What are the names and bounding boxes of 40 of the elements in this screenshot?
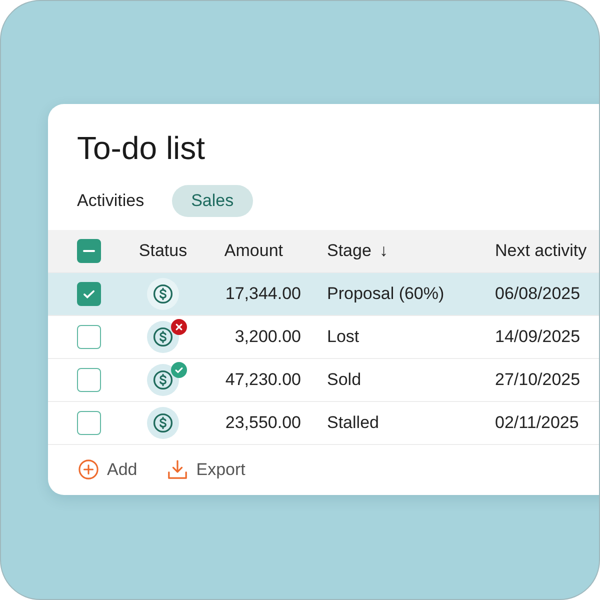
- stage-cell-text: Sold: [326, 370, 362, 390]
- cross-badge-icon: [171, 319, 187, 335]
- dollar-icon: [147, 321, 179, 353]
- page-title: To-do list: [76, 129, 206, 168]
- sort-arrow[interactable]: ↓: [379, 241, 388, 261]
- check-badge-icon: [171, 362, 187, 378]
- minus-icon: [82, 250, 94, 252]
- table-row[interactable]: 23,550.00 Stalled 02/11/2025: [48, 402, 599, 445]
- date-cell-text: 14/09/2025: [494, 327, 582, 347]
- dollar-icon: [147, 407, 179, 439]
- stage-cell-text: Lost: [326, 327, 360, 347]
- table-row[interactable]: 17,344.00 Proposal (60%) 06/08/2025: [48, 273, 599, 316]
- date-cell-text: 02/11/2025: [494, 413, 580, 433]
- add-button[interactable]: Add: [78, 459, 138, 480]
- column-header[interactable]: Amount: [224, 241, 283, 261]
- amount-cell-text: 3,200.00: [234, 327, 302, 347]
- tab[interactable]: Sales: [172, 184, 253, 216]
- row-checkbox[interactable]: [76, 411, 100, 435]
- dollar-icon: [147, 364, 179, 396]
- export-button[interactable]: Export: [167, 459, 246, 480]
- column-header[interactable]: Status: [138, 241, 188, 261]
- download-icon: [167, 459, 188, 480]
- column-header[interactable]: Next activity: [495, 241, 587, 261]
- column-header[interactable]: Stage: [327, 241, 372, 261]
- dollar-icon: [147, 278, 179, 310]
- stage-cell-text: Stalled: [326, 413, 380, 433]
- amount-cell-text: 47,230.00: [224, 370, 302, 390]
- date-cell-text: 06/08/2025: [494, 284, 582, 304]
- table-row[interactable]: 47,230.00 Sold 27/10/2025: [48, 359, 599, 402]
- row-checkbox[interactable]: [76, 282, 100, 306]
- tab[interactable]: Activities: [77, 184, 144, 216]
- amount-cell-text: 17,344.00: [224, 284, 302, 304]
- select-all-checkbox[interactable]: [76, 239, 100, 263]
- date-cell-text: 27/10/2025: [494, 370, 582, 390]
- row-checkbox[interactable]: [76, 325, 100, 349]
- plus-icon: [78, 459, 99, 480]
- stage-cell-text: Proposal (60%): [326, 284, 446, 304]
- amount-cell-text: 23,550.00: [224, 413, 302, 433]
- table-row[interactable]: 3,200.00 Lost 14/09/2025: [48, 316, 599, 359]
- row-checkbox[interactable]: [76, 368, 100, 392]
